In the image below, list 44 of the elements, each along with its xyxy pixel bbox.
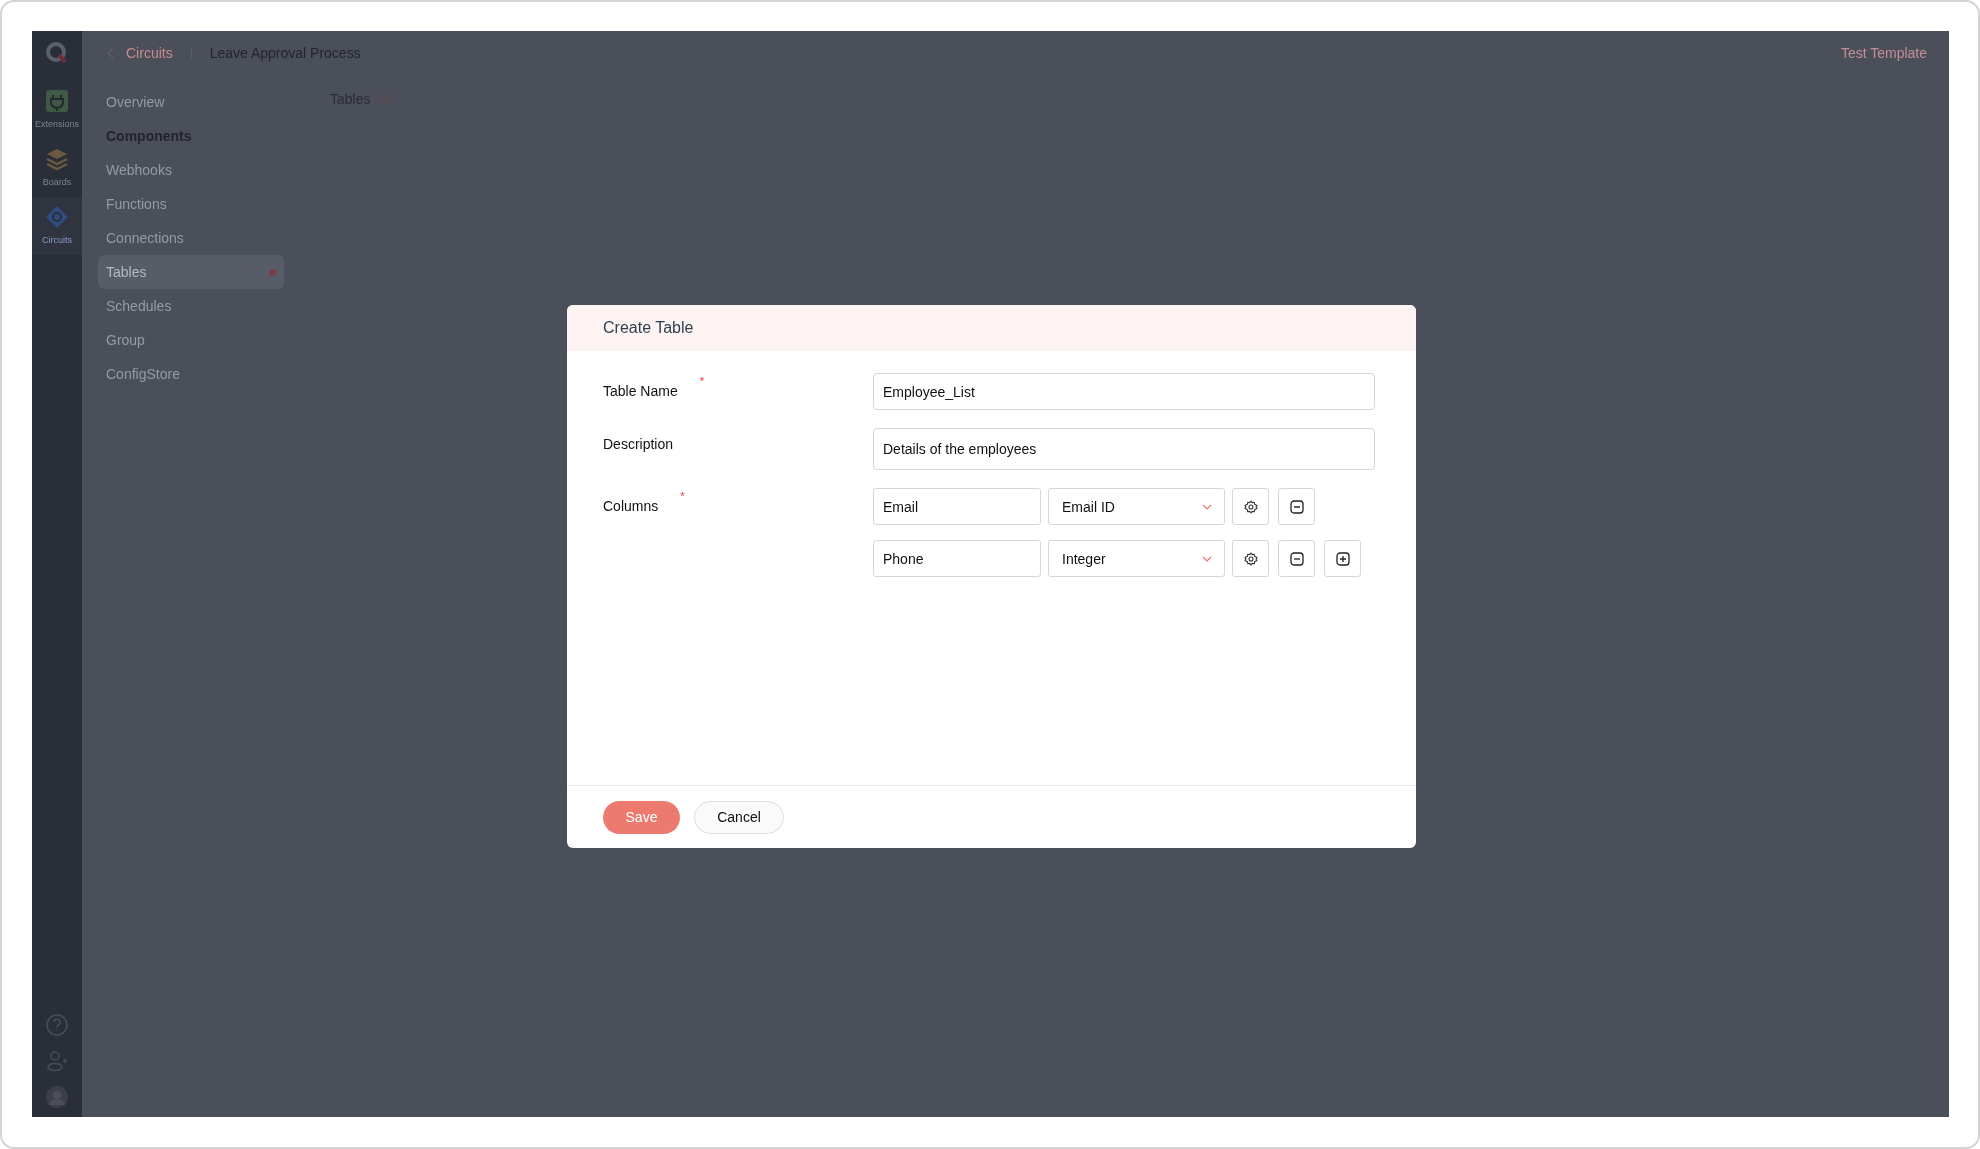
- rail-item[interactable]: Boards: [32, 139, 82, 197]
- required-mark: *: [680, 490, 685, 502]
- breadcrumb-link[interactable]: Circuits: [126, 45, 173, 61]
- nav-item[interactable]: Schedules: [98, 289, 284, 323]
- required-mark: *: [699, 375, 704, 387]
- remove-button[interactable]: [1278, 488, 1315, 525]
- remove-button[interactable]: [1278, 540, 1315, 577]
- logo-icon: [45, 41, 69, 65]
- cancel-button[interactable]: Cancel: [694, 800, 784, 834]
- field-label: Table Name: [603, 383, 678, 399]
- info-icon: [378, 93, 391, 105]
- rail-item[interactable]: Circuits: [32, 197, 82, 255]
- dialog-title: Create Table: [567, 305, 1416, 351]
- add-button[interactable]: [1324, 540, 1361, 577]
- field-label: Columns: [603, 498, 659, 514]
- plus-icon: [1335, 551, 1350, 566]
- type-dropdown[interactable]: Integer: [1048, 540, 1225, 577]
- text-field[interactable]: Details of the employees: [873, 428, 1375, 470]
- nav-item[interactable]: ConfigStore: [98, 357, 284, 391]
- text-field[interactable]: Employee_List: [873, 373, 1375, 410]
- minus-icon: [1289, 499, 1304, 514]
- settings-button[interactable]: [1232, 540, 1269, 577]
- gear-icon: [1243, 499, 1258, 514]
- diamond-icon: [45, 205, 69, 229]
- nav-item[interactable]: Group: [98, 323, 284, 357]
- plug-icon: [45, 89, 69, 113]
- nav-item[interactable]: Connections: [98, 221, 284, 255]
- chevron-down-icon: [1202, 503, 1212, 510]
- type-dropdown[interactable]: Email ID: [1048, 488, 1225, 525]
- minus-icon: [1289, 551, 1304, 566]
- field-label: Description: [603, 436, 674, 452]
- nav-item[interactable]: Webhooks: [98, 153, 284, 187]
- layers-icon: [45, 147, 69, 171]
- save-button[interactable]: Save: [603, 800, 680, 834]
- nav-item[interactable]: Functions: [98, 187, 284, 221]
- column-name-field[interactable]: Email: [873, 488, 1041, 525]
- settings-button[interactable]: [1232, 488, 1269, 525]
- chevron-down-icon: [1202, 555, 1212, 562]
- nav-item[interactable]: Overview: [98, 85, 284, 119]
- nav-item[interactable]: Tables: [98, 255, 284, 289]
- rail-item[interactable]: Extensions: [32, 81, 82, 139]
- column-name-field[interactable]: Phone: [873, 540, 1041, 577]
- template-name: Test Template: [1840, 45, 1927, 61]
- gear-icon: [1243, 551, 1258, 566]
